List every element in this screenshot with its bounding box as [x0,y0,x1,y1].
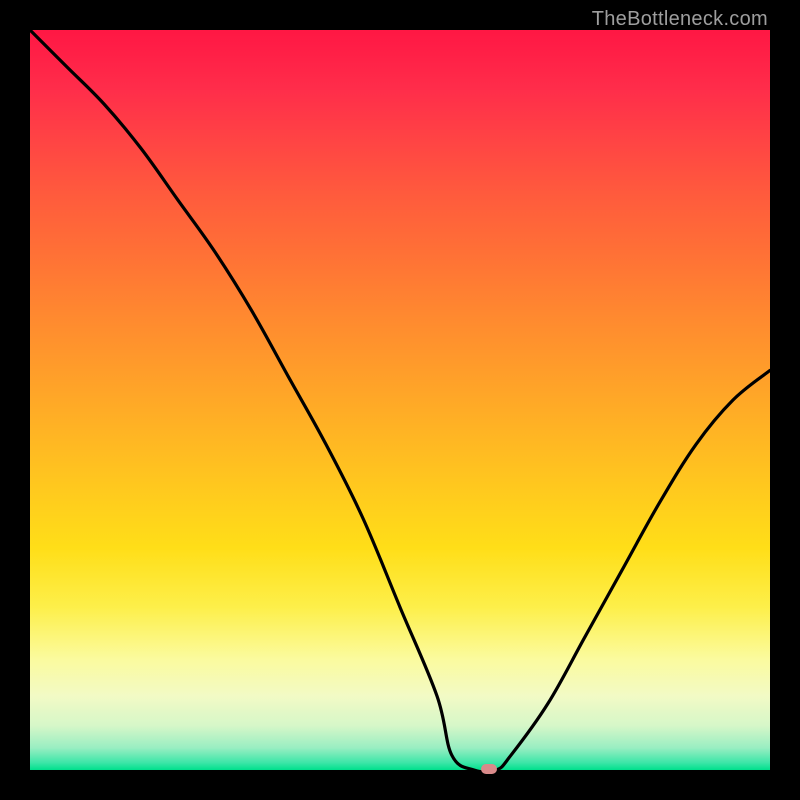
watermark-text: TheBottleneck.com [592,8,768,31]
curve-svg [30,30,770,770]
plot-area [30,30,770,770]
bottleneck-curve [30,30,770,772]
chart-container: TheBottleneck.com [0,0,800,800]
optimal-marker [481,764,497,774]
